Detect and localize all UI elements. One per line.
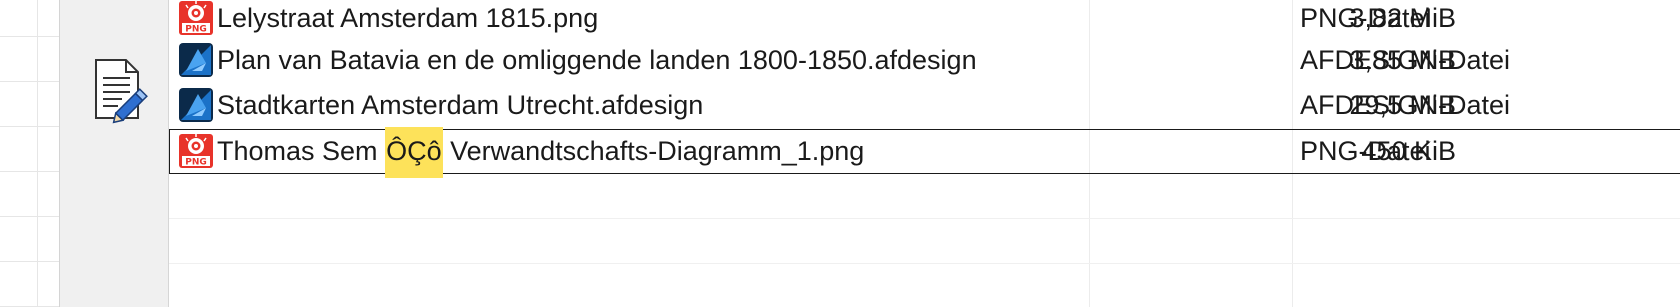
affinity-designer-file-icon (179, 43, 213, 77)
file-row[interactable]: Plan van Batavia en de omliggende landen… (169, 38, 1680, 83)
file-type: AFDESIGN-Datei (1300, 45, 1511, 75)
file-name: Stadtkarten Amsterdam Utrecht.afdesign (217, 90, 704, 120)
file-list: PNG Lelystraat Amsterdam 1815.png 3,82 M… (169, 0, 1680, 307)
file-row-focused[interactable]: PNG Thomas Sem ÔÇô Verwandtschafts-Diagr… (169, 127, 1680, 178)
svg-text:PNG: PNG (185, 158, 207, 168)
file-name: Lelystraat Amsterdam 1815.png (217, 3, 599, 33)
file-row[interactable]: Stadtkarten Amsterdam Utrecht.afdesign 2… (169, 83, 1680, 128)
left-grid-pane (0, 0, 60, 307)
file-type: PNG-Datei (1300, 3, 1431, 33)
png-file-icon: PNG (179, 134, 213, 168)
empty-row-divider (169, 263, 1680, 264)
file-row[interactable]: PNG Lelystraat Amsterdam 1815.png 3,82 M… (169, 0, 1680, 41)
document-edit-icon (95, 59, 148, 124)
search-highlight: ÔÇô (385, 127, 443, 178)
svg-text:PNG: PNG (185, 25, 207, 35)
file-type: PNG-Datei (1300, 136, 1431, 166)
png-file-icon: PNG (179, 1, 213, 35)
file-name: Thomas Sem ÔÇô Verwandtschafts-Diagramm_… (217, 127, 864, 178)
side-panel (60, 0, 169, 307)
file-name: Plan van Batavia en de omliggende landen… (217, 45, 977, 75)
file-type: AFDESIGN-Datei (1300, 90, 1511, 120)
empty-row-divider (169, 218, 1680, 219)
affinity-designer-file-icon (179, 88, 213, 122)
